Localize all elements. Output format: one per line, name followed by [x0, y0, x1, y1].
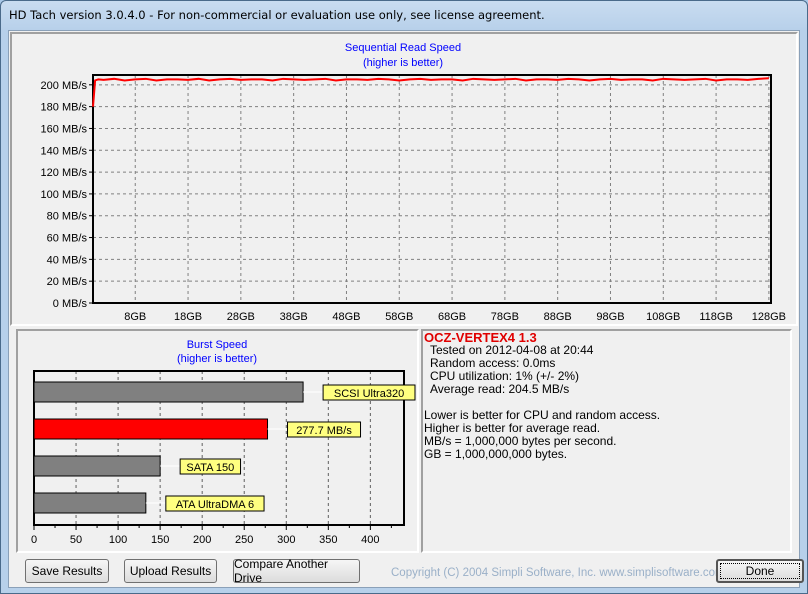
x-tick-label: 58GB: [385, 311, 413, 323]
bar-label: SATA 150: [186, 462, 234, 474]
seq-chart-title: Sequential Read Speed: [345, 42, 461, 54]
burst-chart-subtitle: (higher is better): [177, 353, 257, 365]
x-tick-label: 8GB: [124, 311, 146, 323]
note: GB = 1,000,000,000 bytes.: [424, 447, 568, 461]
x-tick-label: 68GB: [438, 311, 466, 323]
burst-chart-title: Burst Speed: [187, 339, 248, 351]
y-tick-label: 120 MB/s: [41, 167, 88, 179]
x-tick-label: 200: [193, 534, 211, 546]
done-button[interactable]: Done: [716, 559, 804, 583]
bar-label: SCSI Ultra320: [334, 388, 404, 400]
x-tick-label: 150: [151, 534, 169, 546]
drive-info: OCZ-VERTEX4 1.3 Tested on 2012-04-08 at …: [424, 331, 660, 461]
x-tick-label: 128GB: [752, 311, 786, 323]
save-results-button[interactable]: Save Results: [25, 559, 109, 583]
plot-area: [93, 75, 771, 303]
x-tick-label: 0: [31, 534, 37, 546]
charts: Sequential Read Speed (higher is better)…: [31, 42, 786, 546]
compare-drive-button[interactable]: Compare Another Drive: [233, 557, 360, 585]
y-tick-label: 80 MB/s: [47, 211, 88, 223]
average-read: Average read: 204.5 MB/s: [430, 382, 570, 396]
x-tick-label: 300: [277, 534, 295, 546]
burst-bar: [33, 381, 304, 403]
x-tick-label: 350: [319, 534, 337, 546]
x-tick-label: 118GB: [699, 311, 732, 323]
x-tick-label: 28GB: [227, 311, 255, 323]
x-tick-label: 18GB: [174, 311, 202, 323]
copyright-text: Copyright (C) 2004 Simpli Software, Inc.…: [391, 567, 725, 579]
burst-bar: [33, 492, 147, 514]
x-tick-label: 100: [109, 534, 127, 546]
x-tick-label: 78GB: [491, 311, 519, 323]
x-tick-label: 98GB: [596, 311, 624, 323]
y-tick-label: 140 MB/s: [41, 145, 88, 157]
x-tick-label: 50: [70, 534, 82, 546]
x-tick-label: 88GB: [544, 311, 572, 323]
bar-label: 277.7 MB/s: [296, 425, 352, 437]
seq-chart-subtitle: (higher is better): [363, 57, 443, 69]
y-tick-label: 100 MB/s: [41, 189, 88, 201]
y-tick-label: 0 MB/s: [53, 298, 88, 310]
x-tick-label: 250: [235, 534, 253, 546]
x-tick-label: 400: [361, 534, 379, 546]
x-tick-label: 108GB: [646, 311, 680, 323]
burst-bar: [33, 455, 161, 477]
burst-bar: [33, 418, 269, 440]
y-tick-label: 160 MB/s: [41, 123, 88, 135]
y-tick-label: 20 MB/s: [47, 276, 88, 288]
y-tick-label: 60 MB/s: [47, 233, 88, 245]
y-tick-label: 180 MB/s: [41, 102, 88, 114]
y-tick-label: 40 MB/s: [47, 254, 88, 266]
upload-results-button[interactable]: Upload Results: [124, 559, 217, 583]
bar-label: ATA UltraDMA 6: [176, 499, 254, 511]
y-tick-label: 200 MB/s: [41, 80, 88, 92]
x-tick-label: 48GB: [332, 311, 360, 323]
x-tick-label: 38GB: [280, 311, 308, 323]
